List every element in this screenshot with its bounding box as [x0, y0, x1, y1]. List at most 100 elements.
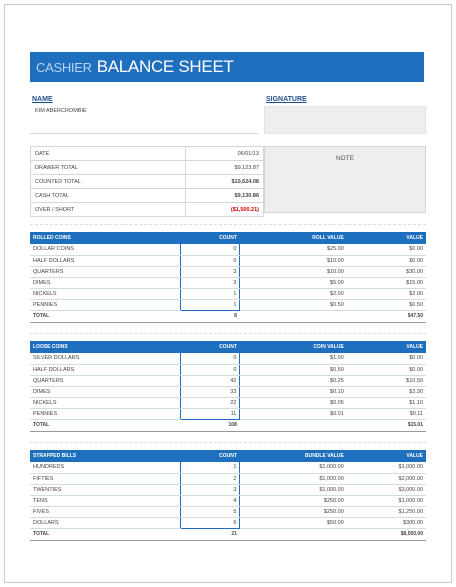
count-input[interactable]: 1: [179, 299, 241, 311]
line-value: $30.00: [346, 266, 426, 278]
column-header: ROLLED COINS: [30, 232, 181, 244]
line-value: $0.00: [346, 255, 426, 267]
row-label: DOLLARS: [30, 517, 181, 529]
count-input[interactable]: 5: [179, 506, 241, 518]
count-input[interactable]: 33: [179, 386, 241, 398]
line-value: $10.50: [346, 375, 426, 387]
line-value: $3.30: [346, 386, 426, 398]
row-label: NICKELS: [30, 288, 181, 300]
note-field[interactable]: NOTE: [264, 146, 426, 213]
table-row: DOLLARS 6 $50.00 $300.00: [30, 517, 426, 529]
total-value: $47.50: [346, 309, 426, 323]
table-row: HALF DOLLARS 0 $10.00 $0.00: [30, 255, 426, 267]
table-row: FIVES 5 $250.00 $1,250.00: [30, 506, 426, 518]
summary-row: OVER / SHORT ($1,500.21): [30, 202, 264, 217]
row-label: FIFTIES: [30, 473, 181, 485]
column-header: VALUE: [346, 232, 426, 244]
row-label: QUARTERS: [30, 266, 181, 278]
row-label: QUARTERS: [30, 375, 181, 387]
unit-value: $10.00: [239, 266, 347, 278]
date-value[interactable]: 06/01/13: [185, 146, 264, 161]
unit-value: $0.50: [239, 364, 347, 376]
column-header: VALUE: [346, 341, 426, 353]
title-prefix: CASHIER: [36, 59, 92, 75]
count-input[interactable]: 0: [179, 353, 241, 365]
column-header: STRAPPED BILLS: [30, 450, 181, 462]
count-input[interactable]: 3: [179, 484, 241, 496]
row-label: PENNIES: [30, 299, 181, 311]
table-row: TWENTIES 3 $1,000.00 $3,000.00: [30, 484, 426, 496]
total-row: TOTAL 108 $15.01: [30, 418, 426, 432]
column-header: COUNT: [180, 341, 240, 353]
line-value: $1.10: [346, 397, 426, 409]
unit-value: $2.00: [239, 288, 347, 300]
column-header: VALUE: [346, 450, 426, 462]
column-header: LOOSE COINS: [30, 341, 181, 353]
count-input[interactable]: 22: [179, 397, 241, 409]
name-label: NAME: [32, 96, 53, 103]
divider: [30, 224, 426, 225]
total-blank: [239, 527, 347, 541]
summary-row: COUNTED TOTAL $10,624.08: [30, 174, 264, 189]
count-input[interactable]: 0: [179, 255, 241, 267]
row-label: FIVES: [30, 506, 181, 518]
line-value: $0.00: [346, 244, 426, 256]
line-value: $0.50: [346, 299, 426, 311]
unit-value: $5.00: [239, 277, 347, 289]
signature-field[interactable]: [264, 106, 426, 134]
drawer-total-value[interactable]: $9,123.87: [185, 160, 264, 175]
table-row: FIFTIES 2 $1,000.00 $2,000.00: [30, 473, 426, 485]
signature-label: SIGNATURE: [266, 96, 307, 103]
counted-total-value: $10,624.08: [185, 174, 264, 189]
total-count: 8: [180, 309, 240, 323]
line-value: $1,250.00: [346, 506, 426, 518]
column-header: COIN VALUE: [239, 341, 347, 353]
divider: [30, 333, 426, 334]
row-label: HALF DOLLARS: [30, 364, 181, 376]
unit-value: $0.01: [239, 408, 347, 420]
unit-value: $0.50: [239, 299, 347, 311]
title-bar: CASHIER BALANCE SHEET: [30, 52, 424, 82]
count-input[interactable]: 3: [179, 266, 241, 278]
total-count: 108: [180, 418, 240, 432]
count-input[interactable]: 1: [179, 288, 241, 300]
table-header-row: LOOSE COINS COUNT COIN VALUE VALUE: [30, 341, 426, 353]
count-input[interactable]: 42: [179, 375, 241, 387]
count-input[interactable]: 3: [179, 277, 241, 289]
count-input[interactable]: 0: [179, 244, 241, 256]
summary-label: DATE: [30, 146, 186, 161]
table-row: DIMES 3 $5.00 $15.00: [30, 277, 426, 289]
row-label: PENNIES: [30, 408, 181, 420]
line-value: $1,000.00: [346, 462, 426, 474]
column-header: COUNT: [180, 450, 240, 462]
count-input[interactable]: 4: [179, 495, 241, 507]
page-title: BALANCE SHEET: [96, 57, 234, 76]
count-input[interactable]: 1: [179, 462, 241, 474]
unit-value: $10.00: [239, 255, 347, 267]
total-label: TOTAL: [30, 527, 181, 541]
summary-label: OVER / SHORT: [30, 202, 186, 217]
cash-total-value: $9,130.86: [185, 188, 264, 203]
unit-value: $0.25: [239, 375, 347, 387]
total-value: $15.01: [346, 418, 426, 432]
unit-value: $1.00: [239, 353, 347, 365]
name-field[interactable]: KIM ABERCROMBIE: [30, 106, 258, 134]
line-value: $0.00: [346, 364, 426, 376]
column-header: COUNT: [180, 232, 240, 244]
count-input[interactable]: 0: [179, 364, 241, 376]
table-row: PENNIES 1 $0.50 $0.50: [30, 299, 426, 311]
line-value: $0.11: [346, 408, 426, 420]
table-row: QUARTERS 3 $10.00 $30.00: [30, 266, 426, 278]
count-input[interactable]: 11: [179, 408, 241, 420]
count-input[interactable]: 6: [179, 517, 241, 529]
row-label: HUNDREDS: [30, 462, 181, 474]
table-row: HALF DOLLARS 0 $0.50 $0.00: [30, 364, 426, 376]
total-count: 21: [180, 527, 240, 541]
summary-label: CASH TOTAL: [30, 188, 186, 203]
count-input[interactable]: 2: [179, 473, 241, 485]
table-row: QUARTERS 42 $0.25 $10.50: [30, 375, 426, 387]
table-row: SILVER DOLLARS 0 $1.00 $0.00: [30, 353, 426, 365]
strapped-bills-table: STRAPPED BILLS COUNT BUNDLE VALUE VALUE HUND…: [30, 450, 426, 541]
unit-value: $250.00: [239, 506, 347, 518]
line-value: $300.00: [346, 517, 426, 529]
